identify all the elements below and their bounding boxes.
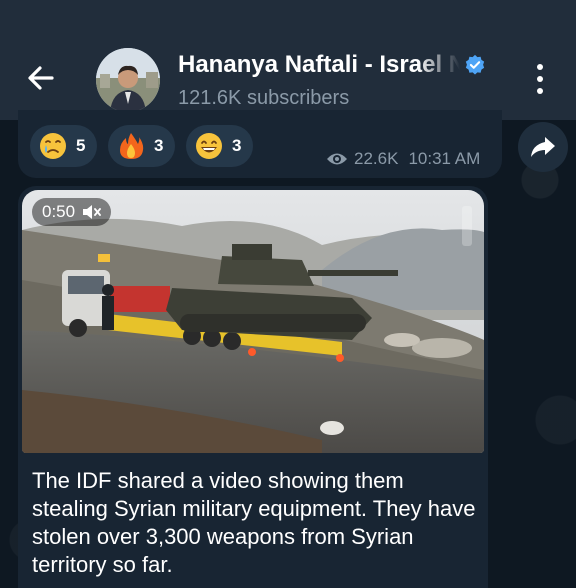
video-duration-badge[interactable]: 0:50 xyxy=(32,198,112,226)
reaction-count: 5 xyxy=(76,136,86,155)
reaction-count: 3 xyxy=(154,136,164,155)
reaction-count: 3 xyxy=(232,136,242,155)
more-vertical-icon xyxy=(537,64,543,94)
fire-emoji xyxy=(120,133,144,159)
message-time: 10:31 AM xyxy=(408,149,481,168)
share-button[interactable] xyxy=(518,122,568,172)
video-duration: 0:50 xyxy=(42,202,76,221)
video-player[interactable]: 0:50 xyxy=(22,190,484,453)
reaction-fire[interactable]: 3 xyxy=(108,125,176,167)
reaction-crying[interactable]: 5 xyxy=(30,125,98,167)
message-meta: 22.6K 10:31 AM xyxy=(326,149,480,169)
channel-header: Hananya Naftali - Israel N 121.6K subscr… xyxy=(0,0,576,120)
views-eye-icon xyxy=(327,153,347,165)
channel-avatar[interactable] xyxy=(96,48,160,112)
post-caption: The IDF shared a video showing them stea… xyxy=(32,468,476,577)
arrow-left-icon xyxy=(28,66,54,90)
speaker-muted-icon xyxy=(83,205,101,219)
reaction-grin[interactable]: 3 xyxy=(186,125,254,167)
subscriber-count: 121.6K subscribers xyxy=(178,87,350,109)
back-button[interactable] xyxy=(22,58,62,98)
verified-badge-icon xyxy=(465,54,485,75)
channel-title[interactable]: Hananya Naftali - Israel N xyxy=(178,51,460,79)
more-menu-button[interactable] xyxy=(530,62,550,96)
video-thumbnail xyxy=(22,190,484,453)
view-count: 22.6K xyxy=(354,149,399,168)
grinning-face-emoji xyxy=(196,133,222,159)
message-bubble: 0:50 The IDF shared a video showing them… xyxy=(18,186,488,588)
share-arrow-icon xyxy=(531,137,555,157)
crying-face-emoji xyxy=(40,133,66,159)
